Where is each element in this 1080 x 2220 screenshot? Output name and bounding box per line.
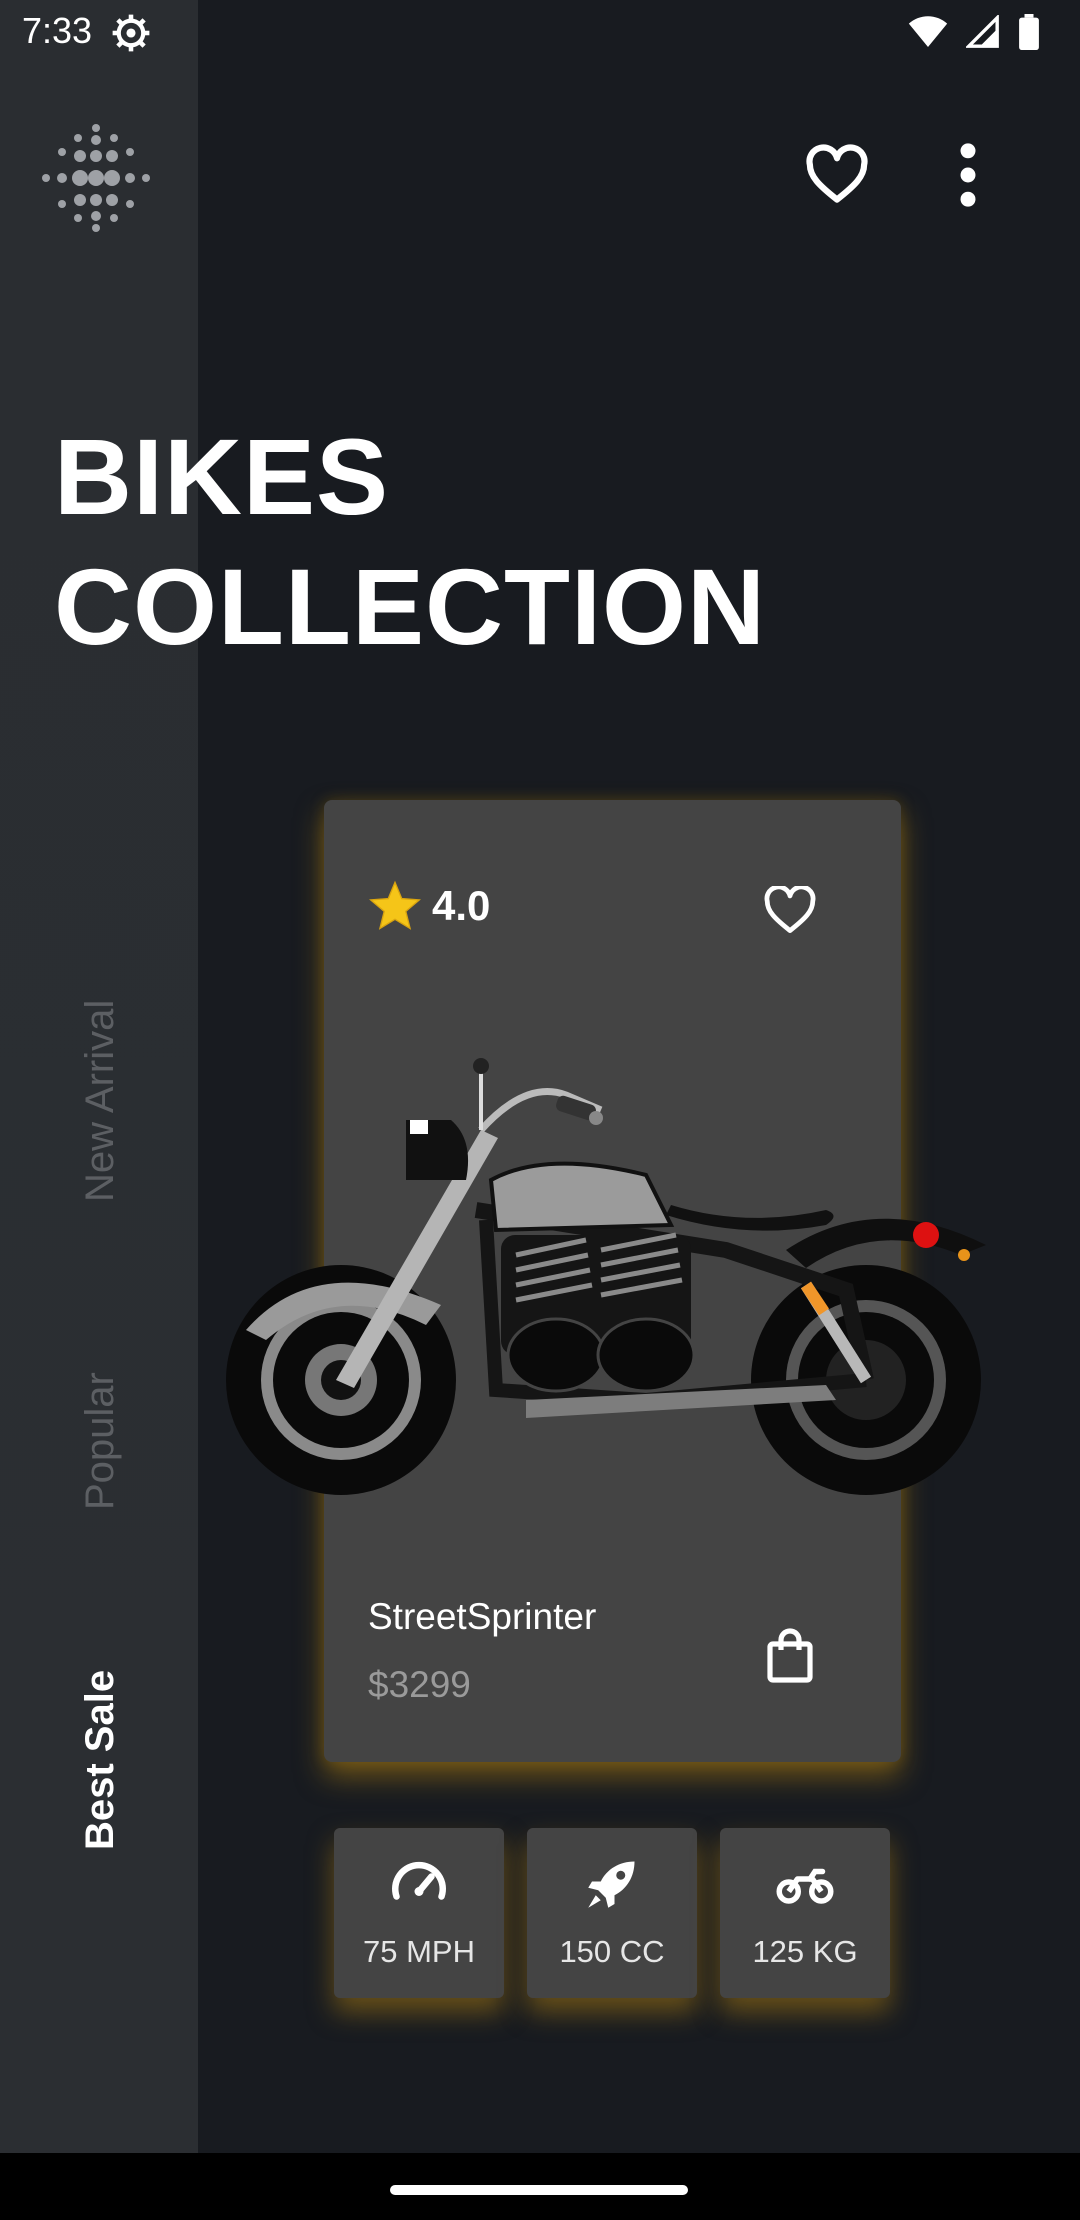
- page-title-line2: COLLECTION: [54, 546, 766, 667]
- star-icon: [369, 880, 421, 930]
- rocket-icon: [588, 1861, 635, 1908]
- spec-weight-label: 125 KG: [752, 1934, 858, 1969]
- settings-gear-icon: [112, 14, 150, 52]
- category-tab-new-arrival[interactable]: New Arrival: [78, 1000, 123, 1202]
- category-tab-best-sale[interactable]: Best Sale: [78, 1670, 123, 1850]
- spec-speed: 75 MPH: [334, 1828, 504, 1998]
- cell-signal-icon: [966, 15, 999, 48]
- app-logo-icon[interactable]: [40, 122, 152, 234]
- speedometer-icon: [392, 1861, 446, 1900]
- page-title-line1: BIKES: [54, 416, 390, 537]
- more-options-icon[interactable]: [948, 142, 988, 208]
- favorite-heart-icon[interactable]: [764, 886, 816, 934]
- rating-value: 4.0: [432, 882, 491, 929]
- battery-icon: [1019, 14, 1039, 50]
- motorcycle-icon: [776, 1868, 834, 1904]
- status-time: 7:33: [22, 10, 93, 51]
- spec-engine: 150 CC: [527, 1828, 697, 1998]
- shopping-bag-icon[interactable]: [766, 1628, 814, 1684]
- motorcycle-image: [226, 1058, 986, 1495]
- page-title: BIKES COLLECTION: [54, 412, 766, 672]
- spec-speed-label: 75 MPH: [363, 1934, 475, 1969]
- product-price: $3299: [368, 1664, 471, 1705]
- category-tab-popular[interactable]: Popular: [78, 1372, 123, 1510]
- status-bar: 7:33: [0, 0, 1080, 66]
- product-name: StreetSprinter: [368, 1596, 597, 1637]
- spec-weight: 125 KG: [720, 1828, 890, 1998]
- rating: 4.0: [368, 880, 490, 932]
- favorites-heart-icon[interactable]: [806, 144, 868, 206]
- home-gesture-handle[interactable]: [390, 2185, 688, 2195]
- spec-engine-label: 150 CC: [559, 1934, 665, 1969]
- wifi-icon: [908, 16, 948, 47]
